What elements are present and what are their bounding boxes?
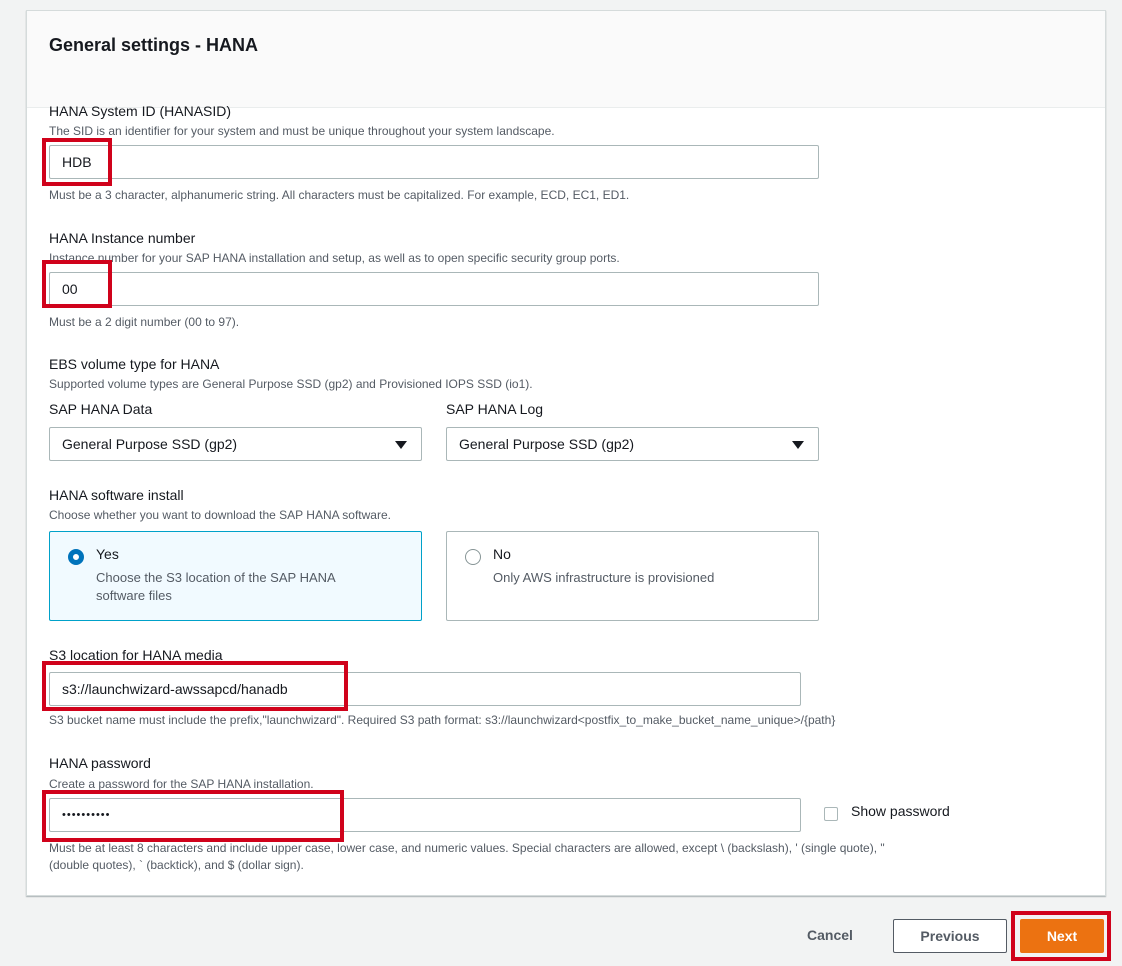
hanasid-input[interactable]: HDB [49,145,819,179]
instance-number-constraint: Must be a 2 digit number (00 to 97). [49,315,240,329]
instance-number-label: HANA Instance number [49,230,196,246]
password-input[interactable]: •••••••••• [49,798,801,832]
hana-log-label: SAP HANA Log [446,401,544,417]
instance-number-description: Instance number for your SAP HANA instal… [49,251,620,265]
no-option-title: No [493,546,511,562]
caret-down-icon [792,441,804,449]
panel-header: General settings - HANA [27,11,1105,108]
panel-title: General settings - HANA [49,35,259,55]
hana-data-volume-value: General Purpose SSD (gp2) [62,436,238,452]
hanasid-constraint: Must be a 3 character, alphanumeric stri… [49,188,630,202]
software-install-description: Choose whether you want to download the … [49,508,391,522]
s3-location-constraint: S3 bucket name must include the prefix,"… [49,713,836,727]
password-label: HANA password [49,755,151,771]
show-password-checkbox[interactable] [824,807,838,821]
software-install-yes-tile[interactable]: Yes Choose the S3 location of the SAP HA… [49,531,422,621]
s3-location-label: S3 location for HANA media [49,647,223,663]
hanasid-description: The SID is an identifier for your system… [49,124,555,138]
show-password-label[interactable]: Show password [851,803,950,819]
hana-data-label: SAP HANA Data [49,401,153,417]
s3-location-input[interactable]: s3://launchwizard-awssapcd/hanadb [49,672,801,706]
password-description: Create a password for the SAP HANA insta… [49,777,314,791]
password-constraint-line1: Must be at least 8 characters and includ… [49,841,885,855]
radio-selected-icon[interactable] [68,549,84,565]
cancel-button[interactable]: Cancel [792,919,868,953]
ebs-description: Supported volume types are General Purpo… [49,377,533,391]
ebs-label: EBS volume type for HANA [49,356,220,372]
next-button[interactable]: Next [1020,919,1104,953]
hana-log-volume-value: General Purpose SSD (gp2) [459,436,635,452]
software-install-no-tile[interactable]: No Only AWS infrastructure is provisione… [446,531,819,621]
general-settings-panel: General settings - HANA HANA System ID (… [26,10,1106,896]
hana-data-volume-select[interactable]: General Purpose SSD (gp2) [49,427,422,461]
radio-unselected-icon[interactable] [465,549,481,565]
hana-log-volume-select[interactable]: General Purpose SSD (gp2) [446,427,819,461]
instance-number-input[interactable]: 00 [49,272,819,306]
caret-down-icon [395,441,407,449]
yes-option-title: Yes [96,546,119,562]
yes-option-description: Choose the S3 location of the SAP HANA s… [96,569,336,605]
hanasid-label: HANA System ID (HANASID) [49,103,232,119]
password-constraint-line2: (double quotes), ` (backtick), and $ (do… [49,858,304,872]
no-option-description: Only AWS infrastructure is provisioned [493,570,715,585]
yes-option-desc-line1: Choose the S3 location of the SAP HANA [96,570,336,585]
yes-option-desc-line2: software files [96,588,172,603]
previous-button[interactable]: Previous [893,919,1007,953]
software-install-label: HANA software install [49,487,184,503]
